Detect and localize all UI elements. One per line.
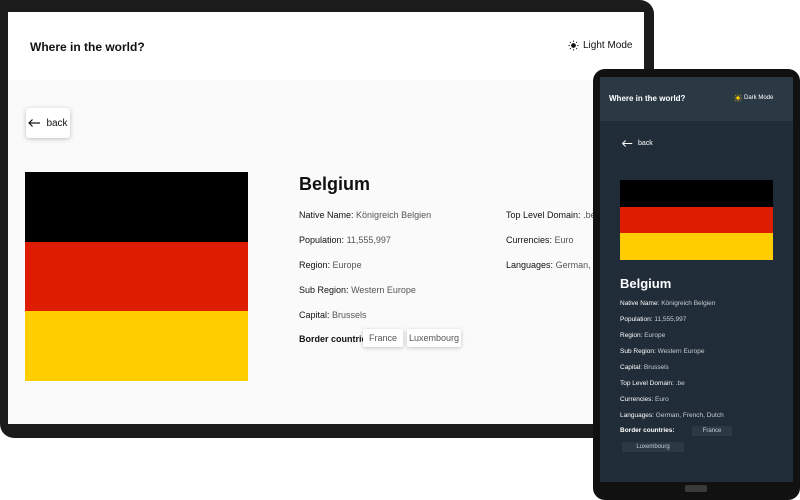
mobile-header: Where in the world? Dark Mode	[600, 77, 793, 121]
border-chip-luxembourg[interactable]: Luxembourg	[407, 329, 461, 347]
sub-region-row: Sub Region: Western Europe	[299, 285, 416, 295]
native-name-label: Native Name:	[299, 210, 354, 220]
tld-value: .be	[675, 380, 685, 387]
theme-toggle-label: Light Mode	[583, 40, 633, 51]
mobile-currencies-row: Currencies: Euro	[620, 396, 669, 403]
theme-toggle[interactable]: Light Mode	[568, 40, 632, 51]
region-value: Europe	[332, 260, 362, 270]
languages-value: German, French, Dutch	[655, 412, 724, 419]
header: Where in the world? Light Mode	[8, 12, 644, 80]
capital-value: Brussels	[643, 364, 669, 371]
sub-region-value: Western Europe	[351, 285, 416, 295]
mobile-theme-toggle[interactable]: Dark Mode	[734, 94, 773, 102]
mobile-app-title: Where in the world?	[609, 94, 686, 103]
capital-row: Capital: Brussels	[299, 310, 367, 320]
region-row: Region: Europe	[299, 260, 362, 270]
back-label: back	[46, 117, 68, 129]
population-row: Population: 11,555,997	[299, 235, 391, 245]
currencies-label: Currencies:	[506, 235, 553, 245]
mobile-sub-region-row: Sub Region: Western Europe	[620, 348, 704, 355]
mobile-languages-row: Languages: German, French, Dutch	[620, 412, 724, 419]
arrow-left-icon	[28, 119, 41, 127]
phone-home-button	[685, 485, 707, 492]
currencies-value: Euro	[554, 235, 574, 245]
mobile-back-label: back	[638, 140, 653, 147]
mobile-region-row: Region: Europe	[620, 332, 665, 339]
currencies-value: Euro	[655, 396, 669, 403]
flag-stripe-gold	[620, 233, 773, 261]
sub-region-label: Sub Region:	[299, 285, 349, 295]
currencies-label: Currencies:	[620, 396, 654, 403]
sun-icon	[734, 94, 742, 102]
flag-stripe-red	[25, 241, 248, 312]
languages-label: Languages:	[506, 260, 554, 270]
region-label: Region:	[299, 260, 331, 270]
mobile-population-row: Population: 11,555,997	[620, 316, 686, 323]
population-value: 11,555,997	[654, 316, 687, 323]
desktop-device-frame: Where in the world? Light Mode back Belg…	[0, 0, 654, 438]
native-name-row: Native Name: Königreich Belgien	[299, 210, 431, 220]
country-flag	[25, 172, 248, 382]
tld-row: Top Level Domain: .be	[506, 210, 596, 220]
mobile-border-countries-label: Border countries:	[620, 427, 675, 434]
population-value: 11,555,997	[346, 235, 391, 245]
flag-stripe-black	[620, 180, 773, 207]
capital-value: Brussels	[332, 310, 367, 320]
capital-label: Capital:	[620, 364, 643, 371]
mobile-back-button[interactable]: back	[621, 140, 653, 147]
mobile-tld-row: Top Level Domain: .be	[620, 380, 685, 387]
languages-label: Languages:	[620, 412, 654, 419]
population-label: Population:	[620, 316, 653, 323]
app-title: Where in the world?	[30, 40, 145, 54]
mobile-screen: Where in the world? Dark Mode back Belgi…	[600, 77, 793, 482]
country-name: Belgium	[299, 174, 371, 194]
mobile-native-name-row: Native Name: Königreich Belgien	[620, 300, 715, 307]
sub-region-label: Sub Region:	[620, 348, 656, 355]
desktop-screen: Where in the world? Light Mode back Belg…	[8, 12, 644, 424]
region-label: Region:	[620, 332, 643, 339]
flag-stripe-red	[620, 206, 773, 234]
mobile-country-flag	[620, 180, 773, 261]
currencies-row: Currencies: Euro	[506, 235, 574, 245]
capital-label: Capital:	[299, 310, 330, 320]
flag-stripe-black	[25, 172, 248, 242]
flag-stripe-gold	[25, 311, 248, 382]
tld-label: Top Level Domain:	[620, 380, 674, 387]
mobile-border-chip-france[interactable]: France	[692, 426, 732, 436]
mobile-border-chip-luxembourg[interactable]: Luxembourg	[622, 442, 684, 452]
mobile-country-name: Belgium	[620, 276, 672, 291]
sun-dark-icon	[568, 40, 579, 51]
tld-label: Top Level Domain:	[506, 210, 581, 220]
native-name-value: Königreich Belgien	[661, 300, 716, 307]
sub-region-value: Western Europe	[657, 348, 705, 355]
border-chip-france[interactable]: France	[363, 329, 403, 347]
mobile-capital-row: Capital: Brussels	[620, 364, 669, 371]
region-value: Europe	[644, 332, 666, 339]
arrow-left-icon	[621, 140, 633, 147]
mobile-theme-toggle-label: Dark Mode	[744, 95, 774, 101]
native-name-value: Königreich Belgien	[356, 210, 432, 220]
mobile-device-frame: Where in the world? Dark Mode back Belgi…	[593, 69, 800, 500]
back-button[interactable]: back	[26, 108, 70, 138]
native-name-label: Native Name:	[620, 300, 660, 307]
population-label: Population:	[299, 235, 345, 245]
